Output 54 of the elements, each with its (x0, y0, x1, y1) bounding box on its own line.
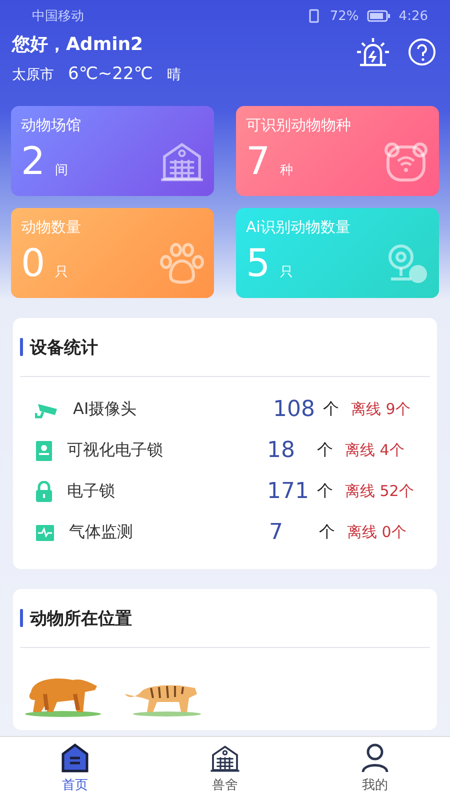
monitor-icon (35, 524, 55, 542)
offline-count: 离线 52个 (345, 482, 414, 501)
stat-value: 5 (246, 241, 270, 285)
device-name: 电子锁 (67, 481, 116, 502)
paw-icon (160, 243, 204, 285)
stat-value: 2 (21, 139, 46, 183)
battery-percent: 72% (330, 8, 359, 24)
offline-count: 离线 9个 (351, 400, 410, 419)
stat-card[interactable]: 动物数量 0 只 (11, 208, 214, 298)
nav-tab[interactable]: 首页 (0, 737, 150, 800)
stat-unit: 只 (55, 264, 68, 281)
device-count: 171 (267, 479, 310, 504)
stat-title: 动物数量 (21, 218, 82, 237)
help-icon[interactable] (408, 38, 436, 66)
user-icon (360, 743, 390, 773)
nav-tab[interactable]: 兽舍 (150, 737, 300, 800)
stat-card[interactable]: 可识别动物物种 7 种 (236, 106, 439, 196)
temperature: 6℃~22℃ (68, 64, 153, 84)
carrier-text: 中国移动 (32, 8, 84, 25)
count-unit: 个 (323, 399, 340, 420)
section-title: 动物所在位置 (30, 608, 132, 630)
stat-value: 0 (21, 241, 46, 285)
nav-tab[interactable]: 我的 (300, 737, 450, 800)
panel-icon (35, 440, 53, 462)
battery-icon (366, 10, 391, 22)
city-name: 太原市 (12, 66, 54, 84)
device-count: 108 (273, 397, 316, 422)
device-name: 气体监测 (69, 522, 134, 543)
count-unit: 个 (317, 440, 334, 461)
clock-time: 4:26 (398, 8, 428, 24)
building-icon (210, 743, 240, 773)
stat-value: 7 (246, 139, 270, 183)
home-icon (60, 743, 90, 773)
count-unit: 个 (317, 481, 334, 502)
count-unit: 个 (319, 522, 336, 543)
stat-unit: 种 (280, 162, 294, 179)
stat-title: Ai识别动物数量 (246, 218, 352, 237)
stat-card[interactable]: 动物场馆 2 间 (11, 106, 214, 196)
lock-icon (35, 480, 53, 502)
stat-unit: 间 (55, 162, 68, 179)
offline-count: 离线 0个 (347, 523, 406, 542)
bear-face-icon (383, 141, 429, 183)
device-name: AI摄像头 (73, 399, 138, 420)
device-name: 可视化电子锁 (67, 440, 164, 461)
device-count: 18 (267, 438, 296, 463)
alarm-light-icon[interactable] (356, 36, 390, 68)
stat-title: 动物场馆 (21, 116, 82, 135)
stat-unit: 只 (280, 264, 294, 281)
stat-title: 可识别动物物种 (246, 116, 352, 135)
device-count: 7 (269, 520, 284, 545)
section-title: 设备统计 (30, 336, 98, 358)
weather-condition: 晴 (166, 66, 181, 84)
greeting: 您好，Admin2 (12, 33, 144, 56)
offline-count: 离线 4个 (345, 441, 404, 460)
